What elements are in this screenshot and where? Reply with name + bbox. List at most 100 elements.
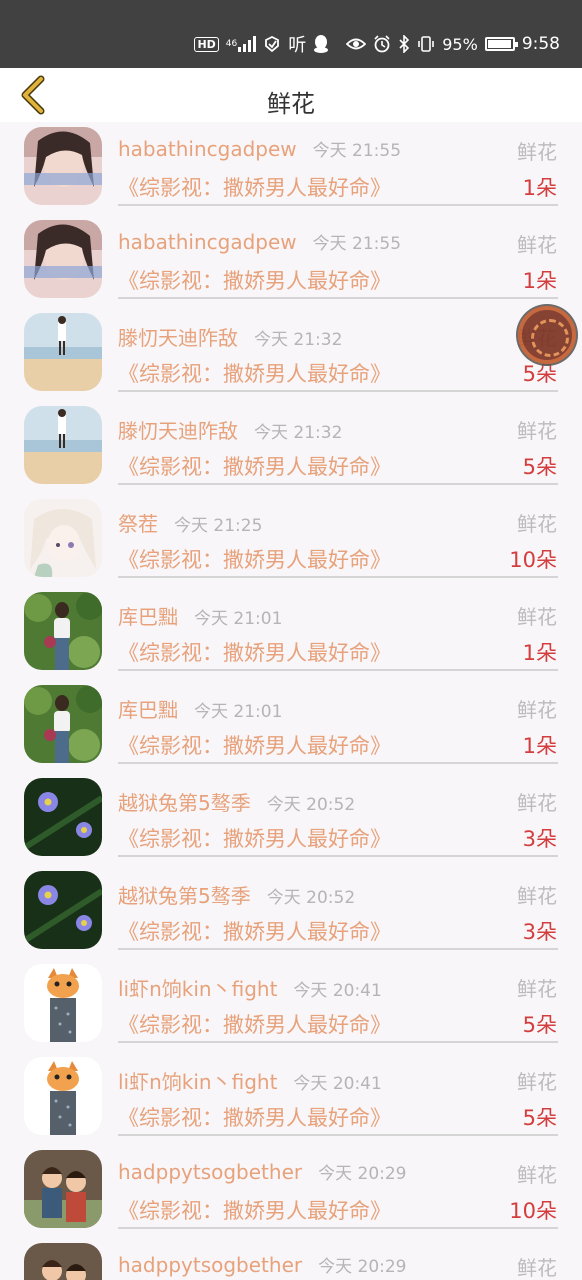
gift-time: 今天 20:52 xyxy=(266,888,356,908)
gift-type: 鲜花 xyxy=(517,698,557,722)
divider xyxy=(118,669,558,671)
book-title[interactable]: 《综影视：撒娇男人最好命》 xyxy=(118,358,391,388)
list-item[interactable]: 滕忉天迪阼敌今天 21:32鲜花《综影视：撒娇男人最好命》5朵 xyxy=(0,308,582,401)
book-title[interactable]: 《综影视：撒娇男人最好命》 xyxy=(118,637,391,667)
gift-type: 鲜花 xyxy=(517,605,557,629)
page-title: 鲜花 xyxy=(267,90,315,118)
clock: 9:58 xyxy=(521,34,560,54)
gift-count: 1朵 xyxy=(522,176,557,200)
hd-icon: HD xyxy=(194,36,219,52)
divider xyxy=(118,204,558,206)
gift-time: 今天 20:29 xyxy=(318,1164,407,1184)
gift-time: 今天 21:01 xyxy=(194,609,283,629)
avatar[interactable] xyxy=(24,871,102,949)
divider xyxy=(118,1041,558,1043)
list-item[interactable]: li虾n饷kin丶fight 今天 20:41 鲜花《综影视：撒娇男人最好命》 5朵 xyxy=(0,959,582,1052)
gift-type: 鲜花 xyxy=(517,1163,557,1187)
divider xyxy=(118,297,558,299)
avatar[interactable] xyxy=(24,220,102,298)
avatar[interactable] xyxy=(24,685,102,763)
list-item[interactable]: 库巴黜 今天 21:01 鲜花 《综影视：撒娇男人最好命》 1朵 xyxy=(0,680,582,773)
avatar[interactable] xyxy=(24,313,102,391)
sender-name: habathincgadpew 今天 21:55 xyxy=(118,229,401,254)
gift-count: 3朵 xyxy=(522,920,557,944)
book-title[interactable]: 《综影视：撒娇男人最好命》 xyxy=(118,1102,391,1132)
gift-type: 鲜花 xyxy=(517,884,557,908)
list-item[interactable]: habathincgadpew 今天 21:55 鲜花 《综影视：撒娇男人最好命》 1朵 xyxy=(0,122,582,215)
sender-name-text: 越狱兔第5骜季 xyxy=(118,791,251,815)
gift-type: 鲜花 xyxy=(517,419,557,443)
list-item[interactable]: 越狱兔第5骜季 今天 20:52 鲜花《综影视：撒娇男人最好命》 3朵 xyxy=(0,866,582,959)
book-title[interactable]: 《综影视：撒娇男人最好命》 xyxy=(118,544,391,574)
list-item[interactable]: hadppytsogbether 今天 20:29 鲜花 《综影视：撒娇男人最好命》 1… xyxy=(0,1145,582,1238)
list-item[interactable]: habathincgadpew 今天 21:55 鲜花《综影视：撒娇男人最好命》 1朵 xyxy=(0,215,582,308)
divider xyxy=(118,576,558,578)
divider xyxy=(118,1134,558,1136)
avatar[interactable] xyxy=(24,1057,102,1135)
gift-count: 1朵 xyxy=(522,269,557,293)
gift-record-list[interactable]: habathincgadpew 今天 21:55 鲜花 《综影视：撒娇男人最好命》 1朵… xyxy=(0,122,582,1280)
list-item[interactable]: 越狱兔第5骜季 今天 20:52 鲜花《综影视：撒娇男人最好命》 3朵 xyxy=(0,773,582,866)
gift-time: 今天 21:01 xyxy=(194,702,283,722)
sender-name: 库巴黜 今天 21:01 xyxy=(118,601,282,630)
floating-widget-button[interactable] xyxy=(518,306,576,364)
signal-icon: 46 xyxy=(225,36,257,52)
gift-time: 今天 20:41 xyxy=(293,981,382,1001)
divider xyxy=(118,1227,558,1229)
avatar[interactable] xyxy=(24,778,102,856)
book-title[interactable]: 《综影视：撒娇男人最好命》 xyxy=(118,451,391,481)
list-item[interactable]: hadppytsogbether 今天 20:29 鲜花 xyxy=(0,1238,582,1280)
sender-name: li虾n饷kin丶fight 今天 20:41 xyxy=(118,1066,382,1095)
avatar[interactable] xyxy=(24,127,102,205)
gift-time: 今天 21:55 xyxy=(312,141,402,161)
list-item[interactable]: li虾n饷kin丶fight 今天 20:41 鲜花《综影视：撒娇男人最好命》 5朵 xyxy=(0,1052,582,1145)
book-title[interactable]: 《综影视：撒娇男人最好命》 xyxy=(118,823,391,853)
gift-time: 今天 21:55 xyxy=(312,234,402,254)
network-type-label: 46 xyxy=(225,38,238,49)
sender-name-text: 越狱兔第5骜季 xyxy=(118,884,251,908)
book-title[interactable]: 《综影视：撒娇男人最好命》 xyxy=(118,265,391,295)
list-item[interactable]: 库巴黜 今天 21:01 鲜花 《综影视：撒娇男人最好命》 1朵 xyxy=(0,587,582,680)
avatar[interactable] xyxy=(24,499,102,577)
book-title[interactable]: 《综影视：撒娇男人最好命》 xyxy=(118,1195,391,1225)
gift-count: 3朵 xyxy=(522,827,557,851)
gift-type: 鲜花 xyxy=(517,1256,557,1280)
gift-count: 10朵 xyxy=(509,548,557,572)
avatar[interactable] xyxy=(24,964,102,1042)
gift-type: 鲜花 xyxy=(517,140,557,164)
sender-name-text: li虾n饷kin丶fight xyxy=(118,977,278,1001)
sender-name: 越狱兔第5骜季 今天 20:52 xyxy=(118,787,355,816)
gift-count: 1朵 xyxy=(522,734,557,758)
battery-fill xyxy=(487,40,511,48)
sender-name: 祭茬 今天 21:25 xyxy=(118,508,262,537)
book-title[interactable]: 《综影视：撒娇男人最好命》 xyxy=(118,730,391,760)
gift-time: 今天 20:29 xyxy=(318,1257,407,1277)
list-item[interactable]: 滕忉天迪阼敌今天 21:32鲜花《综影视：撒娇男人最好命》5朵 xyxy=(0,401,582,494)
book-title[interactable]: 《综影视：撒娇男人最好命》 xyxy=(118,172,391,202)
gift-type: 鲜花 xyxy=(517,1070,557,1094)
gift-count: 5朵 xyxy=(522,1013,557,1037)
avatar[interactable] xyxy=(24,1150,102,1228)
gift-time: 今天 20:41 xyxy=(293,1074,382,1094)
avatar[interactable] xyxy=(24,592,102,670)
sender-name-text: 库巴黜 xyxy=(118,605,178,629)
avatar[interactable] xyxy=(24,406,102,484)
book-title[interactable]: 《综影视：撒娇男人最好命》 xyxy=(118,916,391,946)
listen-icon: 听 xyxy=(288,35,307,56)
qq-icon xyxy=(313,34,329,54)
avatar[interactable] xyxy=(24,1243,102,1280)
gift-type: 鲜花 xyxy=(517,791,557,815)
battery-icon xyxy=(484,37,518,51)
status-bar: HD 46 听 95% 9:58 xyxy=(0,0,582,68)
book-title[interactable]: 《综影视：撒娇男人最好命》 xyxy=(118,1009,391,1039)
sender-name-text: li虾n饷kin丶fight xyxy=(118,1070,278,1094)
sender-name-text: 祭茬 xyxy=(118,512,158,536)
sender-name-text: 滕忉天迪阼敌 xyxy=(118,326,238,350)
list-item[interactable]: 祭茬 今天 21:25 鲜花 《综影视：撒娇男人最好命》 10朵 xyxy=(0,494,582,587)
gift-type: 鲜花 xyxy=(517,233,557,257)
gift-type: 鲜花 xyxy=(517,977,557,1001)
gift-count: 5朵 xyxy=(522,1106,557,1130)
eye-icon xyxy=(346,37,367,51)
gift-time: 今天 21:32 xyxy=(254,330,343,350)
sender-name: 滕忉天迪阼敌 今天 21:32 xyxy=(118,415,342,444)
